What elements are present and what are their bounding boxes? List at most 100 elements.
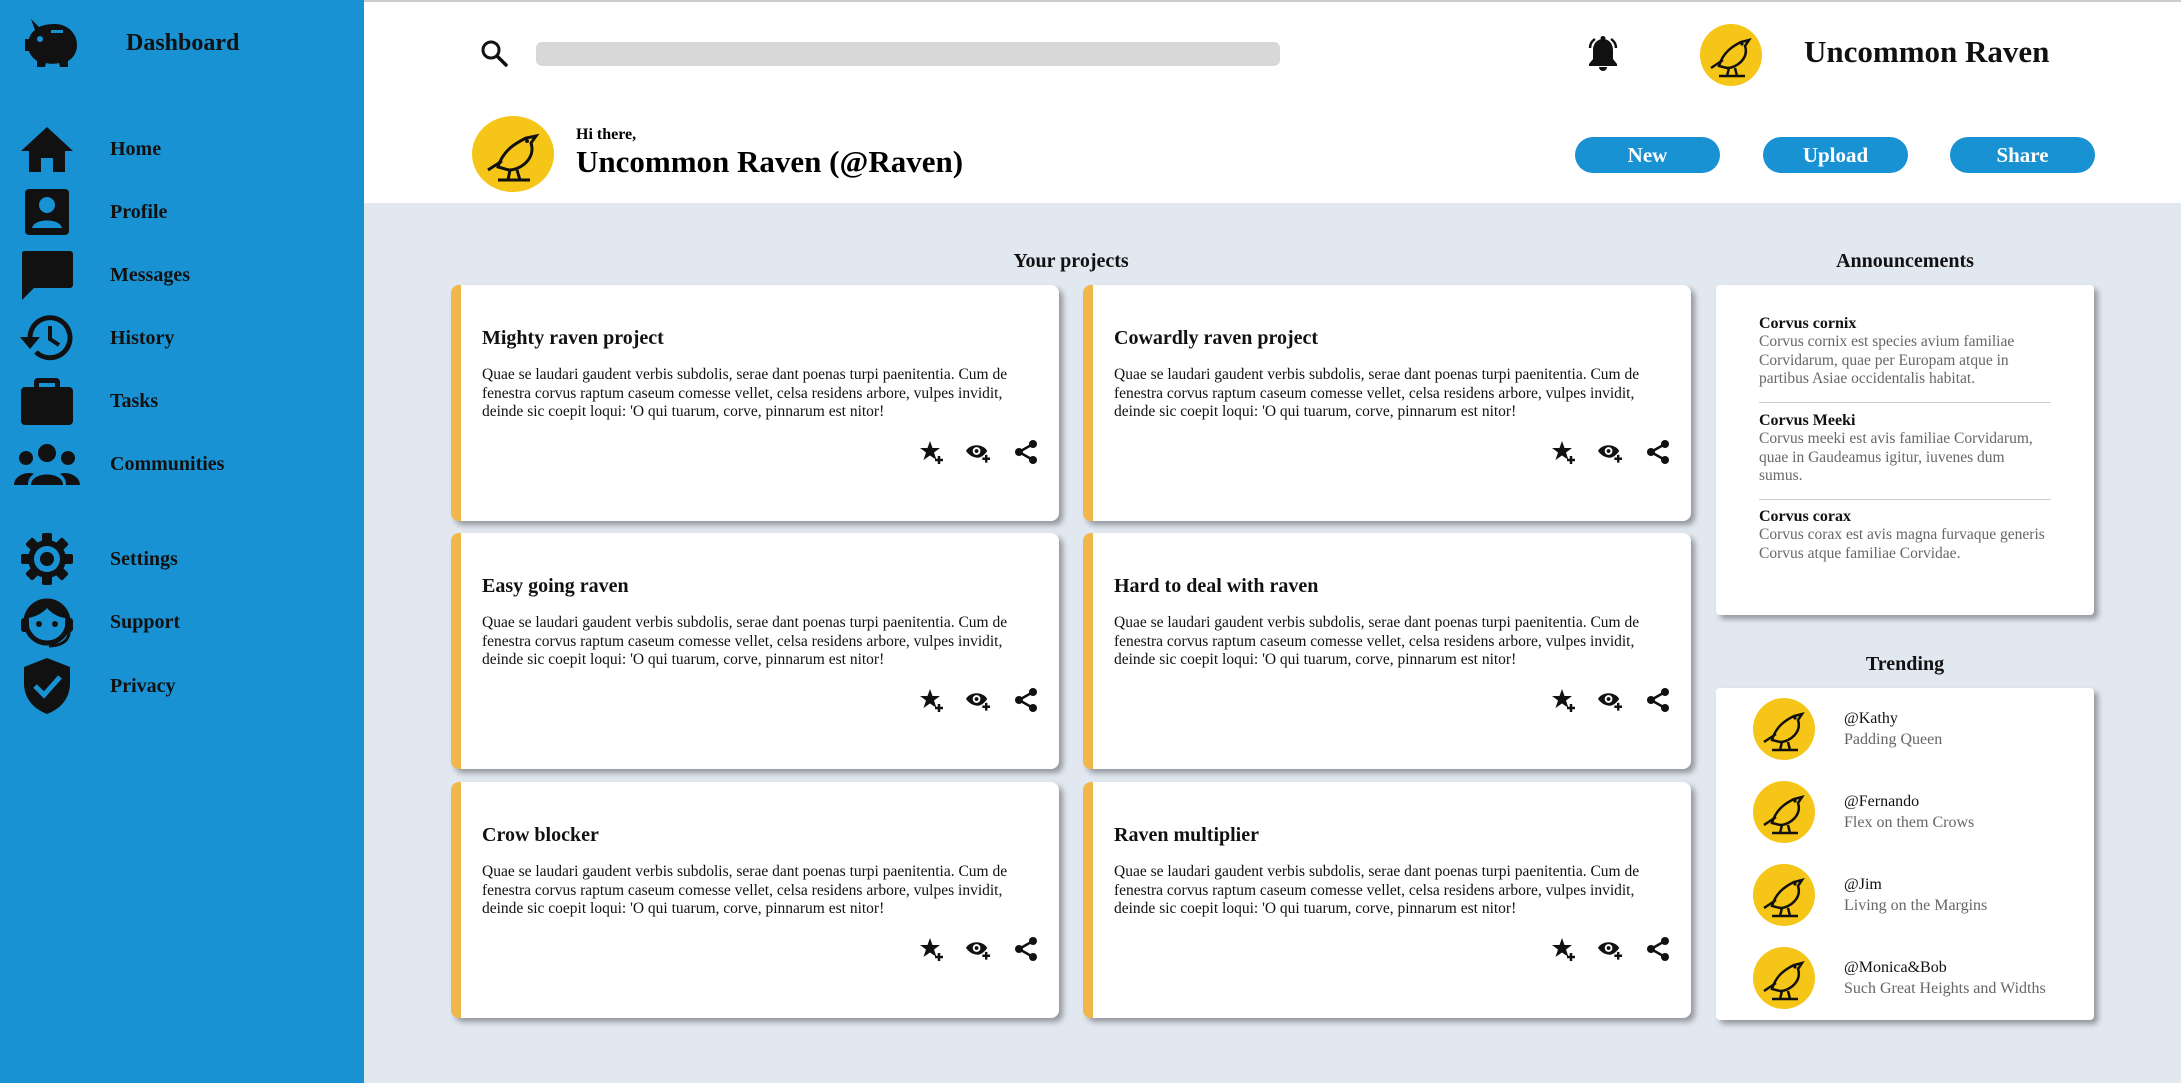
project-title: Cowardly raven project [1114, 327, 1319, 349]
sidebar-item-label: Communities [110, 452, 225, 475]
trending-handle: @Monica&Bob [1844, 958, 1947, 976]
project-description: Quae se laudari gaudent verbis subdolis,… [482, 614, 1008, 668]
sidebar-item-label: History [110, 326, 175, 349]
project-title: Raven multiplier [1114, 824, 1259, 846]
project-description: Quae se laudari gaudent verbis subdolis,… [482, 863, 1008, 917]
share-icon[interactable] [1012, 935, 1039, 962]
project-description: Quae se laudari gaudent verbis subdolis,… [1114, 614, 1640, 668]
project-card[interactable]: Easy going raven Quae se laudari gaudent … [451, 533, 1059, 769]
sidebar-item-label: Tasks [110, 389, 159, 412]
watch-add-icon[interactable] [1597, 935, 1624, 962]
support-icon [14, 591, 80, 653]
project-card[interactable]: Raven multiplier Quae se laudari gaudent … [1083, 782, 1691, 1018]
sidebar-item-support[interactable]: Support [14, 591, 344, 653]
sidebar-item-label: Home [110, 137, 162, 160]
sidebar-brand[interactable]: Dashboard [18, 14, 239, 72]
new-button[interactable]: New [1575, 137, 1720, 173]
greeting-label: Hi there, [576, 126, 637, 143]
project-actions [918, 935, 1039, 962]
sidebar-item-label: Settings [110, 547, 178, 570]
star-add-icon[interactable] [1550, 686, 1577, 713]
trending-subtitle: Flex on them Crows [1844, 813, 1975, 831]
history-icon [14, 307, 80, 369]
announcement-item[interactable]: Corvus cornix Corvus cornix est species … [1759, 315, 2051, 389]
upload-button[interactable]: Upload [1763, 137, 1908, 173]
share-icon[interactable] [1644, 686, 1671, 713]
sidebar-item-home[interactable]: Home [14, 118, 344, 180]
project-description: Quae se laudari gaudent verbis subdolis,… [1114, 366, 1640, 420]
watch-add-icon[interactable] [965, 438, 992, 465]
divider [1759, 402, 2051, 403]
header-user-name[interactable]: Uncommon Raven [1804, 34, 2049, 70]
project-actions [1550, 686, 1671, 713]
announcement-item[interactable]: Corvus Meeki Corvus meeki est avis famil… [1759, 412, 2051, 486]
home-icon [14, 118, 80, 180]
star-add-icon[interactable] [918, 935, 945, 962]
project-actions [1550, 438, 1671, 465]
trending-avatar [1752, 698, 1816, 760]
announcement-title: Corvus cornix [1759, 315, 1857, 332]
announcement-item[interactable]: Corvus corax Corvus corax est avis magna… [1759, 508, 2051, 563]
announcement-title: Corvus corax [1759, 508, 1851, 525]
project-description: Quae se laudari gaudent verbis subdolis,… [1114, 863, 1640, 917]
projects-title: Your projects [1013, 250, 1129, 272]
sidebar-item-privacy[interactable]: Privacy [14, 655, 344, 717]
sidebar: Dashboard Home Profile Messages History … [0, 0, 364, 1083]
trending-handle: @Fernando [1844, 792, 1920, 810]
project-description: Quae se laudari gaudent verbis subdolis,… [482, 366, 1008, 420]
trending-avatar [1752, 864, 1816, 926]
watch-add-icon[interactable] [965, 686, 992, 713]
star-add-icon[interactable] [918, 686, 945, 713]
share-button[interactable]: Share [1950, 137, 2095, 173]
announcement-body: Corvus corax est avis magna furvaque gen… [1759, 526, 2045, 562]
project-card[interactable]: Cowardly raven project Quae se laudari ga… [1083, 285, 1691, 521]
trending-user[interactable]: @Kathy Padding Queen [1752, 698, 2082, 760]
share-icon[interactable] [1644, 438, 1671, 465]
piggy-bank-icon [18, 12, 84, 74]
project-card[interactable]: Crow blocker Quae se laudari gaudent verb… [451, 782, 1059, 1018]
search-input[interactable] [536, 42, 1280, 66]
watch-add-icon[interactable] [1597, 438, 1624, 465]
announcement-body: Corvus meeki est avis familiae Corvidaru… [1759, 430, 2033, 484]
sidebar-item-tasks[interactable]: Tasks [14, 370, 344, 432]
project-actions [918, 686, 1039, 713]
trending-user[interactable]: @Monica&Bob Such Great Heights and Widths [1752, 947, 2082, 1009]
sidebar-item-history[interactable]: History [14, 307, 344, 369]
star-add-icon[interactable] [918, 438, 945, 465]
project-title: Hard to deal with raven [1114, 575, 1319, 597]
project-card[interactable]: Hard to deal with raven Quae se laudari g… [1083, 533, 1691, 769]
project-card[interactable]: Mighty raven project Quae se laudari gaud… [451, 285, 1059, 521]
search-icon[interactable] [479, 38, 509, 68]
user-avatar[interactable] [1699, 24, 1763, 86]
trending-handle: @Jim [1844, 875, 1882, 893]
watch-add-icon[interactable] [965, 935, 992, 962]
sidebar-item-label: Support [110, 610, 181, 633]
sidebar-item-messages[interactable]: Messages [14, 244, 344, 306]
sidebar-brand-label: Dashboard [126, 29, 240, 56]
star-add-icon[interactable] [1550, 935, 1577, 962]
sidebar-item-communities[interactable]: Communities [14, 433, 344, 495]
bell-icon[interactable] [1586, 36, 1620, 72]
sidebar-item-profile[interactable]: Profile [14, 181, 344, 243]
share-icon[interactable] [1012, 438, 1039, 465]
announcement-body: Corvus cornix est species avium familiae… [1759, 333, 2015, 387]
sidebar-item-settings[interactable]: Settings [14, 528, 344, 590]
trending-handle: @Kathy [1844, 709, 1898, 727]
page-title: Uncommon Raven (@Raven) [576, 144, 964, 179]
profile-icon [14, 181, 80, 243]
project-actions [1550, 935, 1671, 962]
watch-add-icon[interactable] [1597, 686, 1624, 713]
announcements-panel: Corvus cornix Corvus cornix est species … [1716, 285, 2094, 615]
trending-user[interactable]: @Jim Living on the Margins [1752, 864, 2082, 926]
share-icon[interactable] [1012, 686, 1039, 713]
star-add-icon[interactable] [1550, 438, 1577, 465]
messages-icon [14, 244, 80, 306]
header: Uncommon Raven Hi there, Uncommon Raven … [364, 0, 2181, 203]
share-icon[interactable] [1644, 935, 1671, 962]
trending-subtitle: Padding Queen [1844, 730, 1943, 748]
announcement-title: Corvus Meeki [1759, 412, 1856, 429]
trending-panel: @Kathy Padding Queen @Fernando Flex on them… [1716, 688, 2094, 1020]
trending-avatar [1752, 781, 1816, 843]
trending-user[interactable]: @Fernando Flex on them Crows [1752, 781, 2082, 843]
project-title: Easy going raven [482, 575, 629, 597]
